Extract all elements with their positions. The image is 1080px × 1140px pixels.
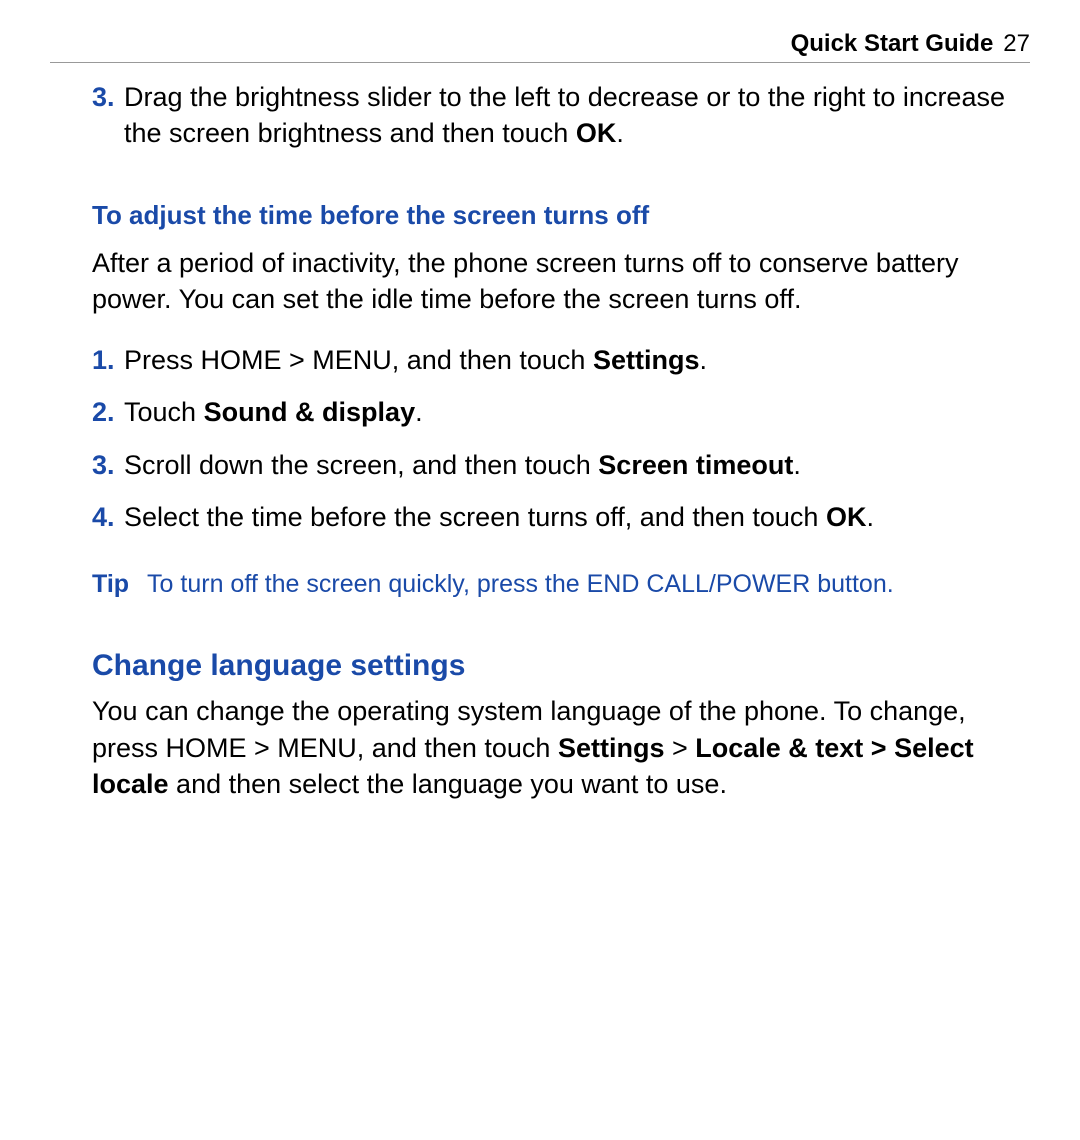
step-number: 4. [92,499,124,535]
language-paragraph: You can change the operating system lang… [92,693,1020,802]
text-segment: and then select the language you want to… [169,769,727,799]
steps-list: 1.Press HOME > MENU, and then touch Sett… [92,342,1020,536]
step-text: Drag the brightness slider to the left t… [124,79,1020,152]
text-segment: > [664,733,695,763]
step-number: 3. [92,447,124,483]
bold-text: OK [826,502,867,532]
subheading-screen-timeout: To adjust the time before the screen tur… [92,200,1020,231]
text-segment: Touch [124,397,204,427]
tip-label: Tip [92,568,129,602]
list-step: 4.Select the time before the screen turn… [92,499,1020,535]
step-number: 2. [92,394,124,430]
step-number: 1. [92,342,124,378]
bold-text: Settings [558,733,665,763]
brightness-step-3: 3. Drag the brightness slider to the lef… [92,79,1020,152]
step-text: Touch Sound & display. [124,394,1020,430]
text-segment: . [699,345,707,375]
step-text: Select the time before the screen turns … [124,499,1020,535]
page-content: 3. Drag the brightness slider to the lef… [50,79,1030,803]
bold-text: Settings [593,345,700,375]
text-segment: Drag the brightness slider to the left t… [124,82,1005,148]
bold-text: Sound & display [204,397,416,427]
intro-paragraph: After a period of inactivity, the phone … [92,245,1020,318]
header-title: Quick Start Guide [791,30,994,58]
header-page-number: 27 [1003,30,1030,58]
text-segment: . [866,502,874,532]
text-segment: Scroll down the screen, and then touch [124,450,598,480]
bold-text: OK [576,118,617,148]
step-number: 3. [92,79,124,115]
list-step: 3.Scroll down the screen, and then touch… [92,447,1020,483]
step-text: Press HOME > MENU, and then touch Settin… [124,342,1020,378]
text-segment: Select the time before the screen turns … [124,502,826,532]
bold-text: Screen timeout [598,450,793,480]
section-heading-language: Change language settings [92,649,1020,683]
text-segment: . [415,397,423,427]
step-text: Scroll down the screen, and then touch S… [124,447,1020,483]
page-header: Quick Start Guide 27 [50,30,1030,63]
list-step: 1.Press HOME > MENU, and then touch Sett… [92,342,1020,378]
text-segment: Press HOME > MENU, and then touch [124,345,593,375]
tip-row: Tip To turn off the screen quickly, pres… [92,568,1020,602]
list-step: 2.Touch Sound & display. [92,394,1020,430]
tip-content: To turn off the screen quickly, press th… [147,568,1020,602]
text-segment: . [793,450,801,480]
text-segment: . [616,118,624,148]
